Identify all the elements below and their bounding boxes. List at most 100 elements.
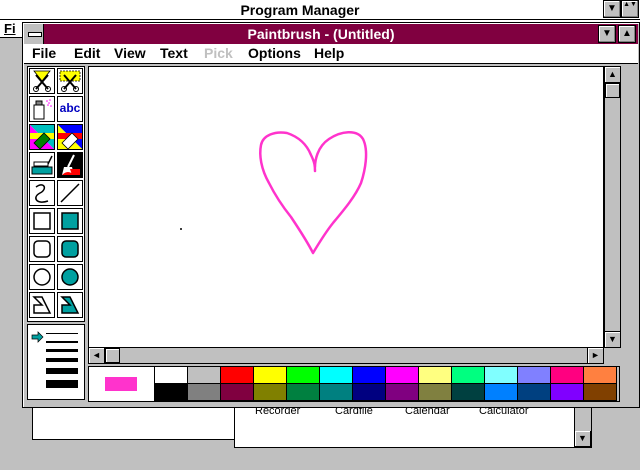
paintbrush-titlebar[interactable]: Paintbrush - (Untitled) ▼ ▲ — [24, 24, 638, 44]
palette-swatch-bottom-9[interactable] — [452, 384, 485, 401]
filled-rounded-box-icon — [61, 240, 79, 258]
line-width-selector[interactable] — [27, 324, 85, 400]
pick-scissors-tool[interactable] — [57, 68, 83, 94]
circle-tool[interactable] — [29, 264, 55, 290]
filled-box-tool[interactable] — [57, 208, 83, 234]
filled-circle-tool[interactable] — [57, 264, 83, 290]
program-manager-titlebar[interactable]: Program Manager ▼ ▲▼ — [0, 0, 640, 20]
pick-icon — [59, 70, 81, 92]
paint-roller-icon — [31, 155, 53, 175]
menu-view[interactable]: View — [114, 45, 146, 61]
palette-swatch-top-8[interactable] — [419, 367, 452, 384]
horizontal-scroll-thumb[interactable] — [105, 348, 120, 363]
airbrush-icon — [33, 99, 52, 120]
filled-circle-icon — [61, 268, 79, 286]
palette-swatch-bottom-0[interactable] — [155, 384, 188, 401]
polygon-tool[interactable] — [29, 292, 55, 318]
canvas-drawing — [180, 131, 368, 255]
pb-maximize-button[interactable]: ▲ — [618, 25, 636, 43]
menu-file[interactable]: File — [32, 45, 56, 61]
maximize-icon: ▲ — [622, 28, 632, 39]
canvas-vertical-scrollbar[interactable]: ▲ ▼ — [604, 66, 621, 348]
vertical-scroll-thumb[interactable] — [605, 83, 620, 98]
box-tool[interactable] — [29, 208, 55, 234]
palette-swatch-bottom-5[interactable] — [320, 384, 353, 401]
palette-swatch-bottom-7[interactable] — [386, 384, 419, 401]
scroll-up-button[interactable]: ▲ — [605, 67, 621, 83]
paint-roller-tool[interactable] — [29, 152, 55, 178]
paintbrush-title: Paintbrush - (Untitled) — [247, 26, 395, 42]
palette-swatch-top-5[interactable] — [320, 367, 353, 384]
arrow-up-icon: ▲ — [608, 69, 617, 79]
palette-swatch-top-3[interactable] — [254, 367, 287, 384]
palette-swatch-top-11[interactable] — [518, 367, 551, 384]
airbrush-tool[interactable] — [29, 96, 55, 122]
palette-swatch-bottom-1[interactable] — [188, 384, 221, 401]
brush-tool[interactable] — [57, 152, 83, 178]
menu-help[interactable]: Help — [314, 45, 344, 61]
scroll-down-button[interactable]: ▼ — [605, 331, 621, 348]
arrow-left-icon: ◄ — [92, 350, 101, 360]
palette-swatch-top-0[interactable] — [155, 367, 188, 384]
line-tool[interactable] — [57, 180, 83, 206]
scroll-left-button[interactable]: ◄ — [89, 348, 105, 364]
palette-swatch-top-10[interactable] — [485, 367, 518, 384]
menu-text[interactable]: Text — [160, 45, 188, 61]
box-icon — [33, 212, 51, 230]
pb-minimize-button[interactable]: ▼ — [598, 25, 616, 43]
color-eraser-tool[interactable] — [29, 124, 55, 150]
palette-swatch-bottom-8[interactable] — [419, 384, 452, 401]
restore-icon: ▲▼ — [623, 1, 637, 8]
palette-swatch-top-12[interactable] — [551, 367, 584, 384]
arrow-down-icon: ▼ — [608, 334, 617, 344]
filled-polygon-tool[interactable] — [57, 292, 83, 318]
arrow-right-icon: ► — [591, 350, 600, 360]
pm-minimize-button[interactable]: ▼ — [603, 0, 621, 18]
scroll-down-button[interactable]: ▼ — [575, 431, 591, 447]
palette-swatch-top-4[interactable] — [287, 367, 320, 384]
program-manager-title: Program Manager — [240, 2, 360, 18]
curve-tool[interactable] — [29, 180, 55, 206]
canvas-horizontal-scrollbar[interactable]: ◄ ► — [88, 347, 604, 364]
system-menu-button[interactable] — [24, 24, 44, 44]
line-icon — [60, 183, 80, 203]
menu-edit[interactable]: Edit — [74, 45, 100, 61]
text-tool[interactable]: abc — [57, 96, 83, 122]
palette-swatch-bottom-4[interactable] — [287, 384, 320, 401]
heart-stroke — [259, 131, 368, 255]
drawing-canvas[interactable] — [88, 66, 604, 348]
menu-pick: Pick — [204, 45, 233, 61]
pm-maximize-button[interactable]: ▲▼ — [621, 0, 639, 18]
filled-rounded-box-tool[interactable] — [57, 236, 83, 262]
pm-menu-file[interactable]: Fi — [4, 21, 16, 36]
eraser-icon — [58, 125, 82, 150]
rounded-box-tool[interactable] — [29, 236, 55, 262]
color-eraser-icon — [30, 125, 54, 150]
filled-box-icon — [61, 212, 79, 230]
palette-swatch-bottom-13[interactable] — [584, 384, 617, 401]
palette-swatch-top-2[interactable] — [221, 367, 254, 384]
scissors-icon — [33, 70, 51, 92]
palette-swatch-top-6[interactable] — [353, 367, 386, 384]
palette-swatch-top-13[interactable] — [584, 367, 617, 384]
eraser-tool[interactable] — [57, 124, 83, 150]
brush-icon — [62, 154, 80, 175]
menu-options[interactable]: Options — [248, 45, 301, 61]
arrow-down-icon: ▼ — [578, 433, 587, 443]
palette-swatch-top-1[interactable] — [188, 367, 221, 384]
toolbox: abc — [27, 66, 85, 322]
palette-swatch-bottom-12[interactable] — [551, 384, 584, 401]
palette-swatch-bottom-3[interactable] — [254, 384, 287, 401]
scissors-tool[interactable] — [29, 68, 55, 94]
palette-swatch-bottom-2[interactable] — [221, 384, 254, 401]
palette-swatch-bottom-10[interactable] — [485, 384, 518, 401]
current-foreground-color — [105, 377, 137, 391]
palette-swatch-top-9[interactable] — [452, 367, 485, 384]
palette-swatch-bottom-6[interactable] — [353, 384, 386, 401]
paintbrush-menubar: File Edit View Text Pick Options Help — [24, 44, 638, 64]
palette-swatch-bottom-11[interactable] — [518, 384, 551, 401]
line-widths-icon — [31, 331, 78, 388]
scroll-right-button[interactable]: ► — [587, 348, 604, 364]
minimize-icon: ▼ — [602, 28, 612, 39]
palette-swatch-top-7[interactable] — [386, 367, 419, 384]
